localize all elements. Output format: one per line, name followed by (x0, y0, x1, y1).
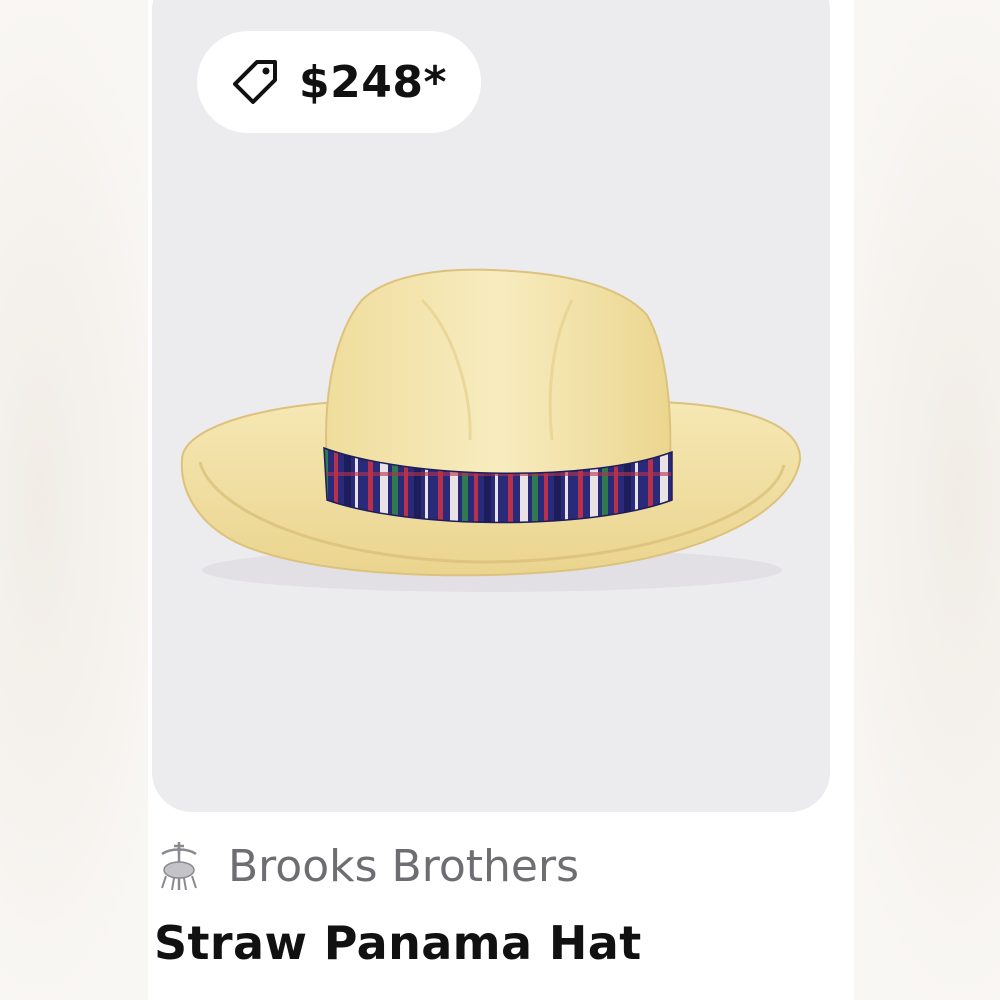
brand-name: Brooks Brothers (228, 840, 579, 892)
page: $248* Brooks Brothers Straw Panama Hat (0, 0, 1000, 1000)
price-badge: $248* (197, 31, 481, 133)
tag-icon (233, 60, 277, 104)
golden-fleece-logo (161, 842, 197, 891)
price-text: $248* (299, 56, 447, 108)
product-title[interactable]: Straw Panama Hat (154, 916, 642, 970)
brand-row[interactable]: Brooks Brothers (152, 834, 579, 898)
